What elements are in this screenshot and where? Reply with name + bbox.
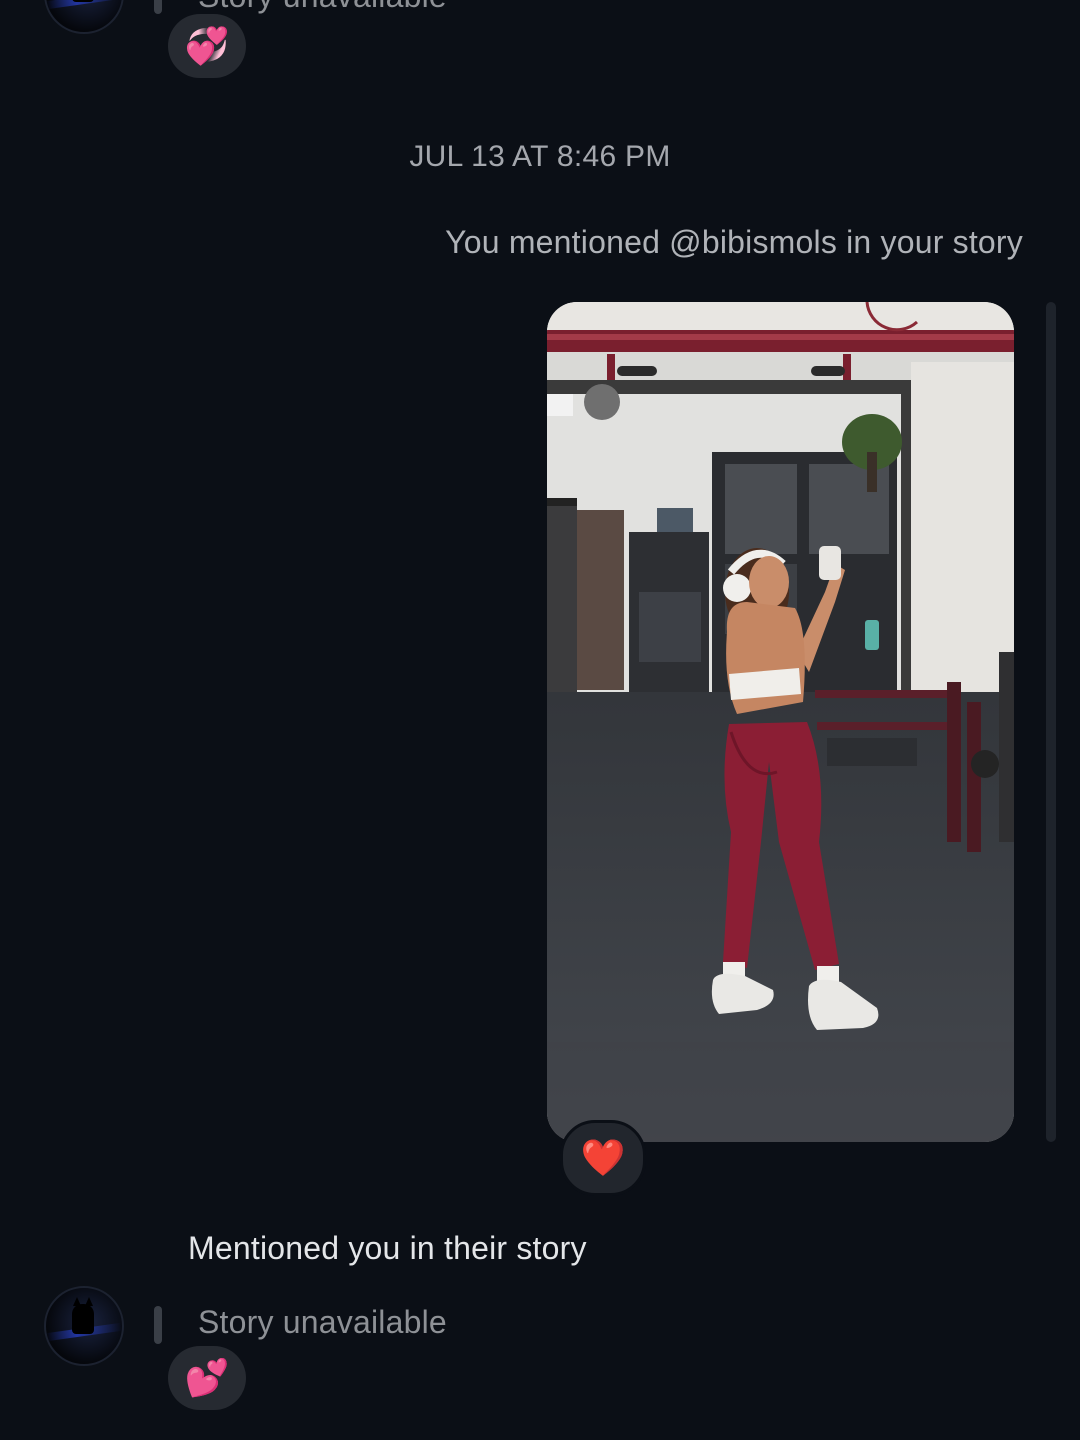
- story-reaction-badge[interactable]: ❤️: [560, 1120, 646, 1196]
- sender-avatar[interactable]: [44, 0, 124, 34]
- dm-thread: Story unavailable 💞 JUL 13 AT 8:46 PM Yo…: [0, 0, 1080, 1440]
- scrollbar[interactable]: [1046, 302, 1056, 1142]
- outgoing-mention-label: You mentioned @bibismols in your story: [445, 224, 1023, 260]
- reaction-badge[interactable]: 💞: [168, 14, 246, 78]
- sender-avatar[interactable]: [44, 1286, 124, 1366]
- two-hearts-icon: 💕: [184, 1357, 230, 1398]
- story-unavailable-label: Story unavailable: [198, 0, 447, 15]
- two-hearts-icon: 💞: [184, 25, 230, 66]
- story-reply-bar: [154, 0, 162, 14]
- story-unavailable-label: Story unavailable: [198, 1304, 447, 1340]
- incoming-mention-label: Mentioned you in their story: [188, 1230, 587, 1266]
- red-heart-icon: ❤️: [580, 1137, 626, 1178]
- story-preview-card[interactable]: [547, 302, 1014, 1142]
- story-reply-bar: [154, 1306, 162, 1344]
- gym-selfie-image: [547, 302, 1014, 1142]
- reaction-badge[interactable]: 💕: [168, 1346, 246, 1410]
- message-timestamp: JUL 13 AT 8:46 PM: [409, 140, 671, 173]
